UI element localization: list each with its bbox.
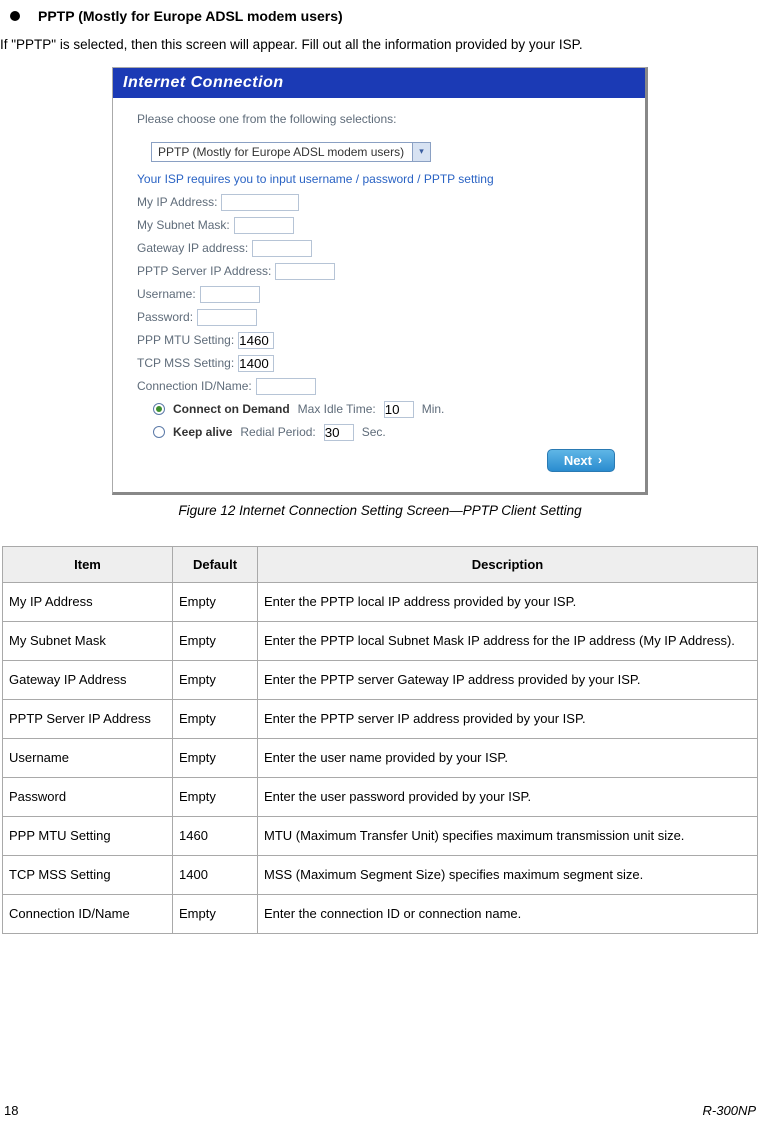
redial-input[interactable]: [324, 424, 354, 441]
cod-label: Connect on Demand: [173, 402, 290, 416]
cell-item: TCP MSS Setting: [3, 855, 173, 894]
table-row: PPTP Server IP AddressEmptyEnter the PPT…: [3, 699, 758, 738]
pass-label: Password:: [137, 310, 193, 324]
pass-input[interactable]: [197, 309, 257, 326]
subnet-input[interactable]: [234, 217, 294, 234]
keep-unit: Sec.: [362, 425, 386, 439]
cell-desc: Enter the user name provided by your ISP…: [258, 738, 758, 777]
keep-label: Keep alive: [173, 425, 232, 439]
cell-item: Gateway IP Address: [3, 660, 173, 699]
th-default: Default: [173, 546, 258, 582]
chevron-right-icon: ›: [598, 453, 602, 467]
my-ip-input[interactable]: [221, 194, 299, 211]
keep-alive-radio[interactable]: [153, 426, 165, 438]
section-heading-row: PPTP (Mostly for Europe ADSL modem users…: [0, 8, 760, 24]
screenshot-container: Internet Connection Please choose one fr…: [0, 67, 760, 495]
cell-desc: MTU (Maximum Transfer Unit) specifies ma…: [258, 816, 758, 855]
cod-unit: Min.: [422, 402, 445, 416]
mtu-input[interactable]: [238, 332, 274, 349]
parameter-table: Item Default Description My IP AddressEm…: [2, 546, 758, 934]
page-footer: 18 R-300NP: [0, 1103, 760, 1118]
cell-default: 1400: [173, 855, 258, 894]
cod-suffix: Max Idle Time:: [298, 402, 376, 416]
page-number: 18: [4, 1103, 18, 1118]
table-row: UsernameEmptyEnter the user name provide…: [3, 738, 758, 777]
user-label: Username:: [137, 287, 196, 301]
cell-desc: MSS (Maximum Segment Size) specifies max…: [258, 855, 758, 894]
cell-desc: Enter the user password provided by your…: [258, 777, 758, 816]
gateway-input[interactable]: [252, 240, 312, 257]
internet-connection-dialog: Internet Connection Please choose one fr…: [112, 67, 648, 495]
cell-default: Empty: [173, 738, 258, 777]
intro-text: If "PPTP" is selected, then this screen …: [0, 32, 760, 67]
cell-default: Empty: [173, 660, 258, 699]
cell-default: Empty: [173, 621, 258, 660]
isp-note: Your ISP requires you to input username …: [137, 172, 625, 186]
user-input[interactable]: [200, 286, 260, 303]
mss-label: TCP MSS Setting:: [137, 356, 234, 370]
figure-caption: Figure 12 Internet Connection Setting Sc…: [0, 503, 760, 518]
cell-item: Password: [3, 777, 173, 816]
table-row: PPP MTU Setting1460MTU (Maximum Transfer…: [3, 816, 758, 855]
cell-item: Connection ID/Name: [3, 894, 173, 933]
connect-on-demand-radio[interactable]: [153, 403, 165, 415]
cell-desc: Enter the connection ID or connection na…: [258, 894, 758, 933]
cell-item: My IP Address: [3, 582, 173, 621]
keep-suffix: Redial Period:: [240, 425, 315, 439]
model-name: R-300NP: [703, 1103, 756, 1118]
next-button[interactable]: Next ›: [547, 449, 615, 472]
mss-input[interactable]: [238, 355, 274, 372]
cell-desc: Enter the PPTP server Gateway IP address…: [258, 660, 758, 699]
conn-input[interactable]: [256, 378, 316, 395]
cell-desc: Enter the PPTP local Subnet Mask IP addr…: [258, 621, 758, 660]
cell-desc: Enter the PPTP local IP address provided…: [258, 582, 758, 621]
table-row: My IP AddressEmptyEnter the PPTP local I…: [3, 582, 758, 621]
cell-item: PPTP Server IP Address: [3, 699, 173, 738]
select-value: PPTP (Mostly for Europe ADSL modem users…: [152, 145, 412, 159]
th-item: Item: [3, 546, 173, 582]
cell-item: Username: [3, 738, 173, 777]
mtu-label: PPP MTU Setting:: [137, 333, 234, 347]
cell-item: PPP MTU Setting: [3, 816, 173, 855]
server-input[interactable]: [275, 263, 335, 280]
table-row: Gateway IP AddressEmptyEnter the PPTP se…: [3, 660, 758, 699]
section-heading: PPTP (Mostly for Europe ADSL modem users…: [38, 8, 343, 24]
idle-input[interactable]: [384, 401, 414, 418]
table-row: PasswordEmptyEnter the user password pro…: [3, 777, 758, 816]
dialog-title: Internet Connection: [113, 68, 645, 98]
my-ip-label: My IP Address:: [137, 195, 217, 209]
cell-default: Empty: [173, 777, 258, 816]
table-row: TCP MSS Setting1400MSS (Maximum Segment …: [3, 855, 758, 894]
conn-label: Connection ID/Name:: [137, 379, 252, 393]
bullet-icon: [10, 11, 20, 21]
cell-desc: Enter the PPTP server IP address provide…: [258, 699, 758, 738]
server-label: PPTP Server IP Address:: [137, 264, 271, 278]
cell-default: Empty: [173, 582, 258, 621]
th-desc: Description: [258, 546, 758, 582]
cell-default: Empty: [173, 699, 258, 738]
chevron-down-icon: ▾: [412, 143, 430, 161]
cell-item: My Subnet Mask: [3, 621, 173, 660]
gateway-label: Gateway IP address:: [137, 241, 248, 255]
subnet-label: My Subnet Mask:: [137, 218, 230, 232]
connection-type-select[interactable]: PPTP (Mostly for Europe ADSL modem users…: [151, 142, 431, 162]
dialog-body: Please choose one from the following sel…: [113, 98, 645, 492]
prompt-text: Please choose one from the following sel…: [137, 112, 625, 126]
cell-default: Empty: [173, 894, 258, 933]
cell-default: 1460: [173, 816, 258, 855]
table-row: My Subnet MaskEmptyEnter the PPTP local …: [3, 621, 758, 660]
next-label: Next: [564, 453, 592, 468]
table-row: Connection ID/NameEmptyEnter the connect…: [3, 894, 758, 933]
